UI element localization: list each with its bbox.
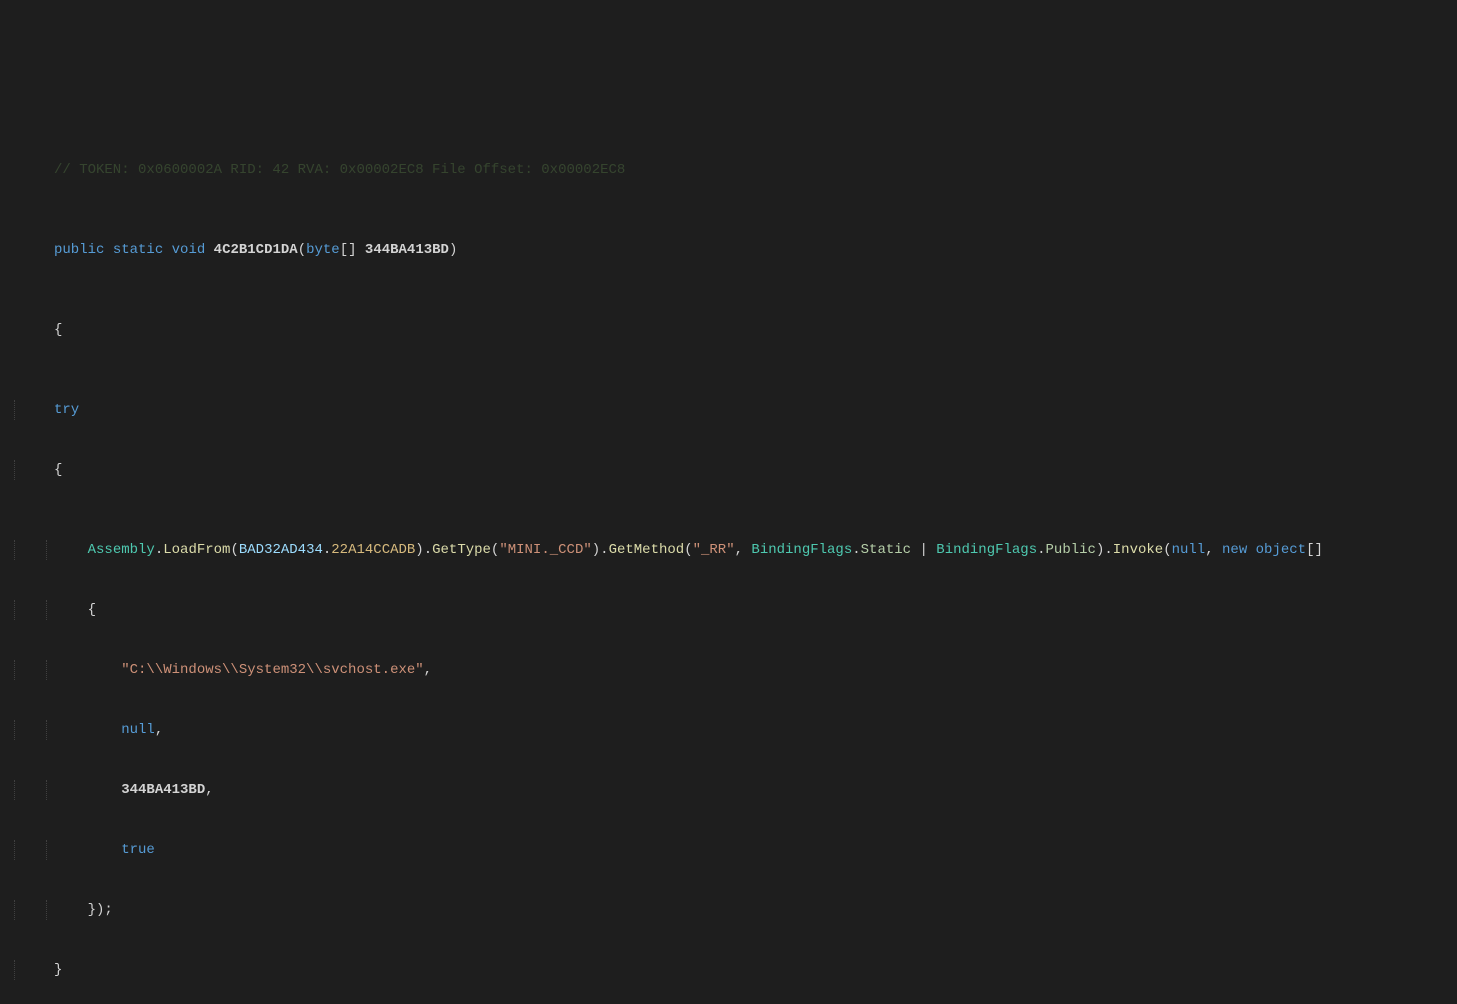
keyword-null: null — [1172, 542, 1206, 558]
keyword-byte: byte — [306, 242, 340, 258]
code-line: public static void 4C2B1CD1DA(byte[] 344… — [14, 240, 1443, 260]
keyword-void: void — [172, 242, 206, 258]
keyword-object: object — [1256, 542, 1306, 558]
identifier: 344BA413BD — [121, 782, 205, 798]
keyword-static: static — [113, 242, 163, 258]
method-invoke: Invoke — [1113, 542, 1163, 558]
comment: // TOKEN: 0x0600002A RID: 42 RVA: 0x0000… — [54, 162, 625, 178]
method-name: 4C2B1CD1DA — [214, 242, 298, 258]
code-editor: // TOKEN: 0x0600002A RID: 42 RVA: 0x0000… — [0, 100, 1457, 1004]
keyword-public: public — [54, 242, 104, 258]
brace: { — [54, 462, 62, 478]
method-gettype: GetType — [432, 542, 491, 558]
type-assembly: Assembly — [88, 542, 155, 558]
indent-guides — [14, 160, 54, 180]
string-literal: "C:\\Windows\\System32\\svchost.exe" — [121, 662, 423, 678]
method-getmethod: GetMethod — [609, 542, 685, 558]
identifier: BAD32AD434 — [239, 542, 323, 558]
enum-static: Static — [861, 542, 911, 558]
brace: { — [54, 322, 62, 338]
code-line: // TOKEN: 0x0600002A RID: 42 RVA: 0x0000… — [14, 160, 1443, 180]
type-bindingflags: BindingFlags — [751, 542, 852, 558]
method-loadfrom: LoadFrom — [163, 542, 230, 558]
keyword-true: true — [121, 842, 155, 858]
keyword-new: new — [1222, 542, 1247, 558]
identifier: 22A14CCADB — [331, 542, 415, 558]
enum-public: Public — [1046, 542, 1096, 558]
keyword-try: try — [54, 402, 79, 418]
string-literal: "MINI._CCD" — [499, 542, 591, 558]
string-literal: "_RR" — [693, 542, 735, 558]
param-name: 344BA413BD — [365, 242, 449, 258]
